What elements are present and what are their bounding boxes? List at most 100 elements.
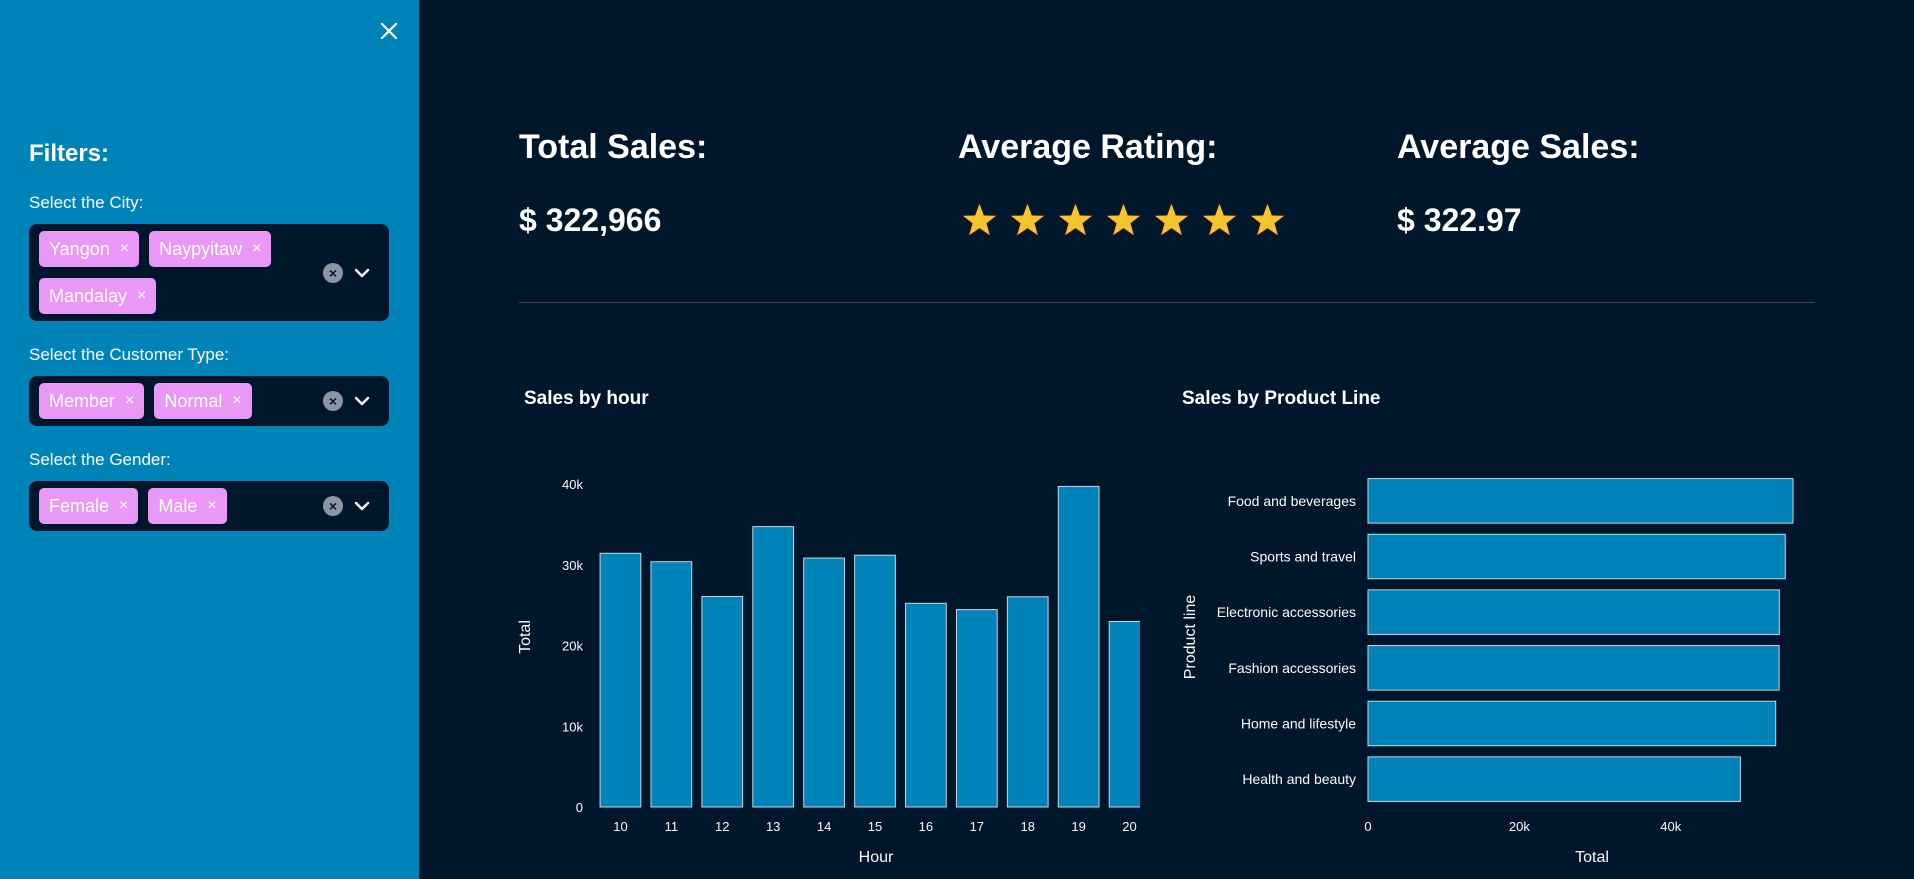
bar	[1006, 596, 1049, 808]
sidebar: Filters: Select the City: Yangon × Naypyi…	[0, 0, 419, 879]
y-tick-label: 40k	[562, 477, 583, 492]
clear-all-icon[interactable]: ×	[323, 496, 343, 516]
bar	[1367, 700, 1777, 747]
x-tick-label: 18	[1020, 819, 1034, 834]
y-tick-label: Fashion accessories	[1228, 660, 1356, 676]
divider	[519, 302, 1815, 303]
y-tick-label: Health and beauty	[1242, 771, 1356, 787]
chevron-down-icon[interactable]	[353, 392, 371, 410]
remove-tag-icon[interactable]: ×	[137, 287, 146, 305]
gender-tag: Female ×	[39, 488, 139, 524]
city-label: Select the City:	[29, 193, 144, 212]
y-tick-label: Food and beverages	[1228, 493, 1356, 509]
x-tick-label: 0	[1364, 819, 1371, 834]
city-tag: Mandalay ×	[39, 278, 157, 314]
city-multiselect[interactable]: Yangon × Naypyitaw × Mandalay × ×	[29, 224, 389, 321]
city-tag: Yangon ×	[39, 231, 140, 267]
clear-all-icon[interactable]: ×	[323, 263, 343, 283]
bar	[905, 602, 947, 808]
close-icon	[380, 22, 398, 40]
y-tick-label: 20k	[562, 639, 583, 654]
sales-by-hour-chart: 0 10k 20k 30k 40k 10 11 12 13 14 15 16 17 18 19 20 Tot…	[517, 477, 1140, 866]
x-axis-label: Total	[1575, 849, 1609, 866]
bar	[701, 596, 744, 808]
bar	[599, 552, 642, 808]
star-icon	[1008, 201, 1047, 238]
x-tick-label: 12	[715, 819, 729, 834]
x-tick-label: 20	[1122, 819, 1136, 834]
y-tick-label: Sports and travel	[1250, 549, 1356, 565]
customer-type-tag: Member ×	[39, 383, 145, 419]
remove-tag-icon[interactable]: ×	[120, 240, 129, 258]
tag-label: Naypyitaw	[159, 238, 243, 259]
remove-tag-icon[interactable]: ×	[207, 497, 216, 515]
x-tick-label: 40k	[1660, 819, 1681, 834]
bar	[1367, 645, 1780, 691]
total-sales-value: $ 322,966	[519, 202, 662, 238]
gender-tags: Female × Male ×	[39, 488, 329, 524]
star-icon	[960, 201, 999, 238]
star-icon	[1056, 201, 1095, 238]
remove-tag-icon[interactable]: ×	[252, 240, 261, 258]
chart-title-product-line: Sales by Product Line	[1182, 388, 1381, 409]
bar	[1057, 485, 1100, 808]
clear-all-icon[interactable]: ×	[323, 391, 343, 411]
tag-label: Member	[49, 390, 116, 411]
x-tick-label: 14	[817, 819, 831, 834]
bar	[1367, 478, 1794, 524]
x-tick-label: 16	[919, 819, 933, 834]
city-tags: Yangon × Naypyitaw × Mandalay ×	[39, 231, 329, 314]
y-tick-label: 10k	[562, 719, 583, 734]
remove-tag-icon[interactable]: ×	[232, 392, 241, 410]
bar	[854, 554, 896, 808]
y-tick-label: 0	[576, 800, 583, 815]
bar	[752, 526, 795, 808]
bar	[1108, 621, 1140, 808]
chevron-down-icon[interactable]	[353, 264, 371, 282]
star-icon	[1152, 201, 1191, 238]
rating-stars	[959, 200, 1288, 241]
remove-tag-icon[interactable]: ×	[119, 497, 128, 515]
city-tag: Naypyitaw ×	[149, 231, 272, 267]
bar	[1367, 756, 1741, 802]
tag-label: Normal	[164, 390, 223, 411]
star-icon	[1104, 201, 1143, 238]
x-axis-label: Hour	[859, 849, 894, 866]
average-sales-title: Average Sales:	[1397, 128, 1640, 166]
x-tick-label: 20k	[1509, 819, 1530, 834]
x-tick-label: 10	[613, 819, 627, 834]
tag-label: Female	[49, 495, 110, 516]
chart-title-hour: Sales by hour	[524, 388, 649, 409]
y-tick-label: Electronic accessories	[1217, 604, 1356, 620]
y-axis-label: Total	[517, 620, 534, 654]
tag-label: Yangon	[49, 238, 110, 259]
customer-type-tags: Member × Normal ×	[39, 383, 329, 419]
chevron-down-icon[interactable]	[353, 497, 371, 515]
tag-label: Male	[158, 495, 198, 516]
gender-tag: Male ×	[148, 488, 227, 524]
close-sidebar-button[interactable]	[374, 16, 404, 46]
x-tick-label: 15	[868, 819, 882, 834]
y-tick-label: 30k	[562, 558, 583, 573]
customer-type-multiselect[interactable]: Member × Normal × ×	[29, 376, 389, 426]
bar	[1367, 533, 1786, 580]
x-tick-label: 17	[970, 819, 984, 834]
remove-tag-icon[interactable]: ×	[125, 392, 134, 410]
customer-type-tag: Normal ×	[154, 383, 252, 419]
star-icon	[1248, 201, 1287, 238]
gender-label: Select the Gender:	[29, 450, 171, 469]
bar	[955, 609, 998, 808]
bar	[650, 561, 693, 808]
star-icon	[1200, 201, 1239, 238]
y-tick-label: Home and lifestyle	[1241, 716, 1356, 732]
y-axis-label: Product line	[1182, 595, 1199, 680]
x-tick-label: 19	[1071, 819, 1085, 834]
bar	[1367, 589, 1780, 635]
tag-label: Mandalay	[49, 285, 128, 306]
filters-title: Filters:	[29, 140, 110, 167]
bar	[803, 557, 845, 808]
x-tick-label: 13	[766, 819, 780, 834]
average-sales-value: $ 322.97	[1397, 202, 1522, 238]
gender-multiselect[interactable]: Female × Male × ×	[29, 481, 389, 531]
average-rating-title: Average Rating:	[958, 128, 1218, 166]
